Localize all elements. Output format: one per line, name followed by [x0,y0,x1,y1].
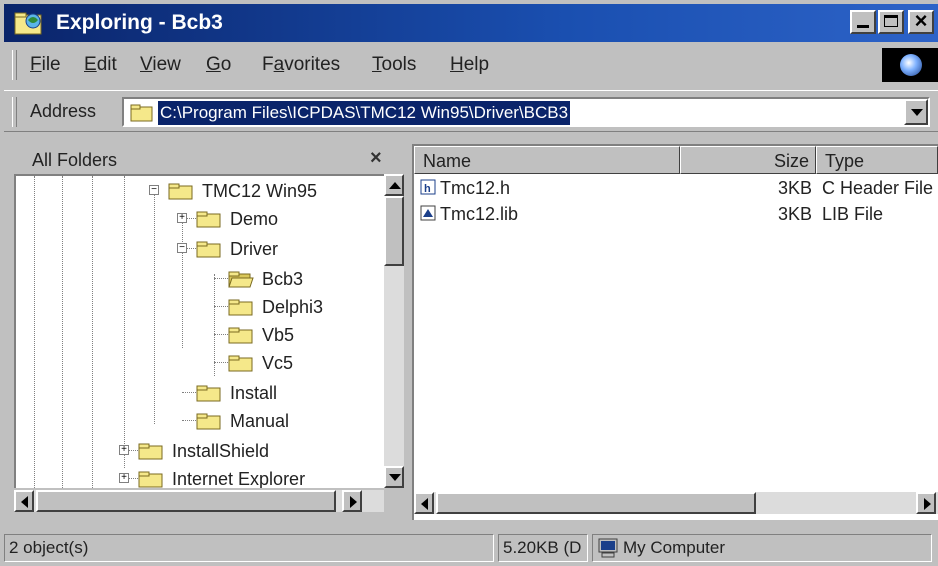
address-bar: Address C:\Program Files\ICPDAS\TMC12 Wi… [4,90,938,132]
tree-guide-line [182,392,196,393]
maximize-button[interactable] [878,10,904,34]
close-icon: × [914,8,928,33]
folders-horizontal-scrollbar[interactable] [14,490,384,512]
file-list-pane: Name Size Type h Tmc12.h 3KB C Header Fi… [412,144,938,520]
address-grip[interactable] [12,97,17,127]
scroll-up-button[interactable] [384,174,404,196]
my-computer-icon [598,538,618,558]
minimize-icon [857,25,869,28]
folder-icon [196,241,221,258]
folders-title: All Folders [32,150,118,170]
windows-logo-throbber [882,48,938,82]
tree-guide-line [154,190,155,424]
folders-pane: All Folders × − TMC12 Win95 + Demo − Dri… [14,144,404,520]
tree-guide-line [214,274,215,376]
tree-guide-line [214,306,228,307]
folders-vertical-scrollbar[interactable] [384,174,404,488]
tree-guide-line [182,420,196,421]
column-header-name[interactable]: Name [414,146,680,174]
folder-icon [138,471,163,488]
column-header-size[interactable]: Size [680,146,816,174]
folder-icon [228,327,253,344]
folder-tree[interactable]: − TMC12 Win95 + Demo − Driver Bcb3 Delph… [14,174,384,488]
folder-icon [228,299,253,316]
tree-guide-line [214,278,228,279]
menu-tools[interactable]: Tools [372,52,416,78]
tree-guide-line [214,334,228,335]
address-dropdown-button[interactable] [904,99,928,125]
menu-go[interactable]: Go [206,52,231,78]
chevron-down-icon [911,109,923,116]
scroll-thumb[interactable] [36,490,336,512]
tree-guide-line [182,248,183,348]
scroll-right-button[interactable] [342,490,362,512]
tree-guide-line [62,176,63,488]
status-object-count: 2 object(s) [4,534,494,562]
folder-icon [138,443,163,460]
explorer-window: Exploring - Bcb3 × File Edit View Go Fav… [0,0,938,566]
arrow-left-icon [421,498,428,510]
open-folder-icon [228,271,254,288]
scroll-thumb[interactable] [384,196,404,266]
address-value: C:\Program Files\ICPDAS\TMC12 Win95\Driv… [158,101,571,125]
title-bar[interactable]: Exploring - Bcb3 × [4,4,938,42]
close-button[interactable]: × [908,8,934,34]
menu-file[interactable]: File [30,52,61,78]
menu-help[interactable]: Help [450,52,489,78]
minimize-button[interactable] [850,10,876,34]
folders-header: All Folders × [14,144,404,174]
menu-grip[interactable] [12,50,17,80]
expand-icon[interactable]: + [177,213,187,223]
scroll-right-button[interactable] [916,492,936,514]
scroll-thumb[interactable] [436,492,756,514]
folder-icon [168,183,193,200]
menu-bar: File Edit View Go Favorites Tools Help [4,44,938,88]
tree-guide-line [34,176,35,488]
status-size: 5.20KB (D [498,534,588,562]
scroll-down-button[interactable] [384,466,404,488]
folder-icon [196,385,221,402]
arrow-left-icon [21,496,28,508]
tree-guide-line [92,176,93,488]
folder-icon [196,211,221,228]
arrow-up-icon [389,182,401,189]
folder-icon [130,104,153,122]
header-file-icon: h [420,179,436,195]
menu-view[interactable]: View [140,52,181,78]
maximize-icon [884,15,898,27]
arrow-down-icon [389,474,401,481]
menu-edit[interactable]: Edit [84,52,117,78]
expand-icon[interactable]: + [119,473,129,483]
folders-close-button[interactable]: × [370,145,382,171]
file-row[interactable]: Tmc12.lib 3KB LIB File [414,202,938,226]
expand-icon[interactable]: + [119,445,129,455]
file-row[interactable]: h Tmc12.h 3KB C Header File [414,176,938,200]
files-horizontal-scrollbar[interactable] [414,492,938,514]
status-bar: 2 object(s) 5.20KB (D My Computer [4,528,938,566]
address-label: Address [30,101,97,121]
address-input[interactable]: C:\Program Files\ICPDAS\TMC12 Win95\Driv… [122,97,930,127]
windows-logo-icon [900,54,922,76]
lib-file-icon [420,205,436,221]
svg-text:h: h [424,183,431,195]
collapse-icon[interactable]: − [177,243,187,253]
tree-guide-line [124,176,125,468]
scroll-left-button[interactable] [14,490,34,512]
folder-icon [196,413,221,430]
tree-guide-line [214,362,228,363]
folder-icon [228,355,253,372]
scroll-left-button[interactable] [414,492,434,514]
arrow-right-icon [924,498,931,510]
window-title: Exploring - Bcb3 [56,11,223,34]
menu-favorites[interactable]: Favorites [262,52,340,78]
column-header-type[interactable]: Type [816,146,938,174]
arrow-right-icon [350,496,357,508]
status-location: My Computer [592,534,932,562]
explorer-app-icon[interactable] [14,10,44,36]
collapse-icon[interactable]: − [149,185,159,195]
